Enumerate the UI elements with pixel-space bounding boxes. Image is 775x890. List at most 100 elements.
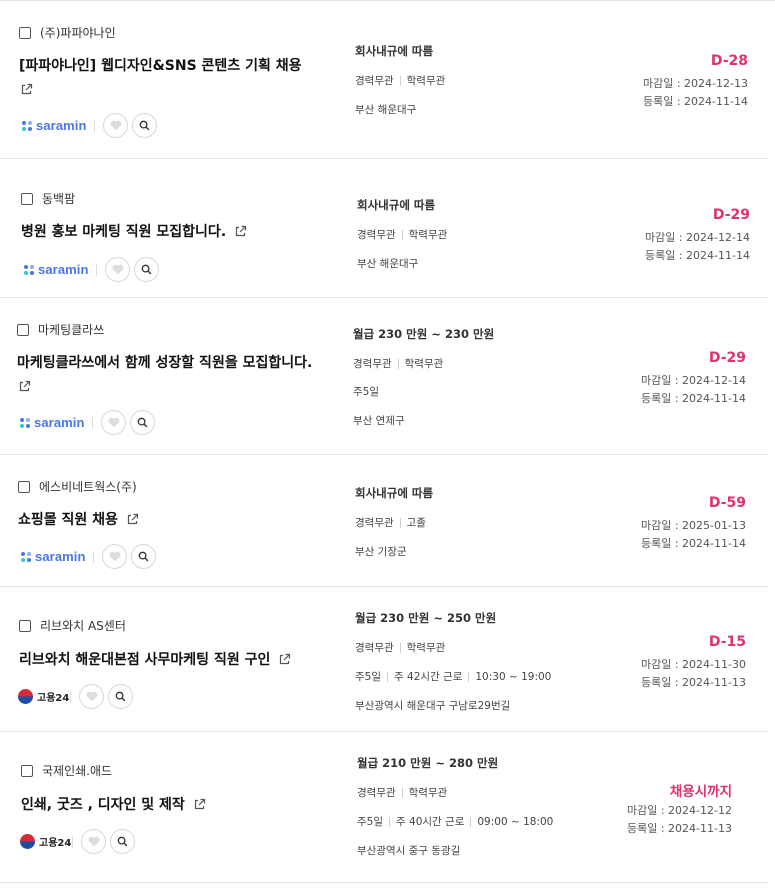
select-checkbox[interactable] <box>19 619 31 632</box>
job-title-text[interactable]: 인쇄, 굿즈 , 디자인 및 제작 <box>21 797 185 813</box>
company-row: 동백팜 <box>21 190 75 207</box>
work-days: 주5일 <box>357 816 384 828</box>
experience: 경력무관 <box>353 358 392 370</box>
work-days: 주5일 <box>353 386 380 398</box>
select-checkbox[interactable] <box>17 323 29 336</box>
work-days: 주5일 <box>355 671 382 683</box>
search-button[interactable] <box>130 410 155 435</box>
registered-date: 등록일 : 2024-11-14 <box>643 95 748 108</box>
select-checkbox[interactable] <box>19 26 31 39</box>
registered-date: 등록일 : 2024-11-14 <box>645 249 750 262</box>
education: 학력무관 <box>408 787 448 799</box>
search-icon <box>139 120 150 131</box>
search-icon <box>115 691 126 702</box>
location: 부산광역시 중구 동광길 <box>357 843 460 858</box>
external-link-icon[interactable] <box>18 380 31 393</box>
job-title[interactable]: 병원 홍보 마케팅 직원 모집합니다. <box>21 221 247 243</box>
bookmark-button[interactable] <box>102 544 127 569</box>
company-row: 국제인쇄.애드 <box>21 762 112 779</box>
work-schedule: 주5일 주 42시간 근로 10:30 ~ 19:00 <box>355 669 551 684</box>
location-text: 부산 해운대구 <box>355 104 417 116</box>
select-checkbox[interactable] <box>21 192 33 205</box>
work-schedule: 주5일 주 40시간 근로 09:00 ~ 18:00 <box>357 814 553 829</box>
company-name[interactable]: 국제인쇄.애드 <box>42 762 112 779</box>
job-title[interactable]: 쇼핑몰 직원 채용 <box>18 509 139 531</box>
divider <box>94 119 95 132</box>
search-button[interactable] <box>110 829 135 854</box>
bookmark-button[interactable] <box>103 113 128 138</box>
salary: 회사내규에 따름 <box>355 44 434 58</box>
heart-icon <box>108 417 119 428</box>
search-button[interactable] <box>134 257 159 282</box>
card-actions: 고용24 <box>20 829 139 854</box>
job-card[interactable]: 동백팜 병원 홍보 마케팅 직원 모집합니다. saramin 회사내규에 따름… <box>0 159 768 298</box>
job-card[interactable]: 리브와치 AS센터 리브와치 해운대본점 사무마케팅 직원 구인 고용24 월급… <box>0 587 768 732</box>
external-link-icon[interactable] <box>278 653 291 666</box>
job-title[interactable]: [파파야나인] 웹디자인&SNS 콘텐츠 기획 채용 <box>19 55 301 77</box>
company-name[interactable]: 리브와치 AS센터 <box>40 617 126 634</box>
job-card[interactable]: (주)파파야나인 [파파야나인] 웹디자인&SNS 콘텐츠 기획 채용 sara… <box>0 1 768 159</box>
card-actions: saramin <box>20 410 159 435</box>
work24-logo: 고용24 <box>18 689 70 704</box>
deadline-date: 마감일 : 2024-11-30 <box>641 658 746 671</box>
job-title-text[interactable]: 리브와치 해운대본점 사무마케팅 직원 구인 <box>19 652 270 668</box>
divider <box>72 835 73 848</box>
job-title[interactable]: 리브와치 해운대본점 사무마케팅 직원 구인 <box>19 649 291 671</box>
external-link-icon[interactable] <box>126 513 139 526</box>
job-title[interactable]: 마케팅클라쓰에서 함께 성장할 직원을 모집합니다. <box>17 352 312 374</box>
experience: 경력무관 <box>355 517 394 529</box>
d-day-badge: D-28 <box>710 53 748 69</box>
job-card[interactable]: 마케팅클라쓰 마케팅클라쓰에서 함께 성장할 직원을 모집합니다. sarami… <box>0 298 768 455</box>
search-button[interactable] <box>132 113 157 138</box>
external-link-icon[interactable] <box>234 225 247 238</box>
bookmark-button[interactable] <box>101 410 126 435</box>
external-link-icon[interactable] <box>193 798 206 811</box>
job-title-text[interactable]: 병원 홍보 마케팅 직원 모집합니다. <box>21 224 226 240</box>
company-name[interactable]: 동백팜 <box>42 190 75 207</box>
education: 고졸 <box>406 517 426 529</box>
company-name[interactable]: 에스비네트웍스(주) <box>39 478 137 495</box>
experience: 경력무관 <box>357 229 396 241</box>
deadline-date: 마감일 : 2024-12-13 <box>643 77 748 90</box>
d-day-badge: D-15 <box>708 634 746 650</box>
bookmark-button[interactable] <box>105 257 130 282</box>
saramin-logo: saramin <box>22 118 94 133</box>
job-title-text[interactable]: 쇼핑몰 직원 채용 <box>18 512 118 528</box>
select-checkbox[interactable] <box>18 480 30 493</box>
deadline-date: 마감일 : 2024-12-14 <box>645 231 750 244</box>
registered-date: 등록일 : 2024-11-13 <box>641 676 746 689</box>
job-card[interactable]: 국제인쇄.애드 인쇄, 굿즈 , 디자인 및 제작 고용24 월급 210 만원… <box>0 732 768 883</box>
company-name[interactable]: (주)파파야나인 <box>40 24 116 41</box>
salary: 월급 230 만원 ~ 250 만원 <box>355 611 497 625</box>
salary: 월급 210 만원 ~ 280 만원 <box>357 756 499 770</box>
search-icon <box>141 264 152 275</box>
registered-date: 등록일 : 2024-11-14 <box>641 392 746 405</box>
work-time: 10:30 ~ 19:00 <box>475 670 552 683</box>
external-link-icon[interactable] <box>20 83 33 96</box>
search-button[interactable] <box>108 684 133 709</box>
job-title-text[interactable]: 마케팅클라쓰에서 함께 성장할 직원을 모집합니다. <box>17 355 312 371</box>
search-icon <box>137 417 148 428</box>
salary: 월급 230 만원 ~ 230 만원 <box>353 327 495 341</box>
requirements: 경력무관 학력무관 <box>357 227 447 242</box>
job-title-text[interactable]: [파파야나인] 웹디자인&SNS 콘텐츠 기획 채용 <box>19 58 301 74</box>
bookmark-button[interactable] <box>79 684 104 709</box>
search-button[interactable] <box>131 544 156 569</box>
company-name[interactable]: 마케팅클라쓰 <box>38 321 104 338</box>
location: 부산광역시 해운대구 구남로29번길 <box>355 698 510 713</box>
location-text: 부산광역시 중구 동광길 <box>357 845 461 857</box>
job-title[interactable]: 인쇄, 굿즈 , 디자인 및 제작 <box>21 794 206 816</box>
bookmark-button[interactable] <box>81 829 106 854</box>
education: 학력무관 <box>404 358 444 370</box>
location-text: 부산 연제구 <box>353 415 405 427</box>
company-row: (주)파파야나인 <box>19 24 116 41</box>
deadline-date: 마감일 : 2024-12-14 <box>641 374 746 387</box>
salary: 회사내규에 따름 <box>357 198 436 212</box>
job-card[interactable]: 에스비네트웍스(주) 쇼핑몰 직원 채용 saramin 회사내규에 따름 경력… <box>0 455 768 587</box>
experience: 경력무관 <box>355 642 394 654</box>
select-checkbox[interactable] <box>21 764 33 777</box>
education: 학력무관 <box>406 75 446 87</box>
registered-date: 등록일 : 2024-11-13 <box>627 822 732 835</box>
deadline-date: 마감일 : 2024-12-12 <box>627 804 732 817</box>
work-hours: 주 42시간 근로 <box>394 671 463 683</box>
